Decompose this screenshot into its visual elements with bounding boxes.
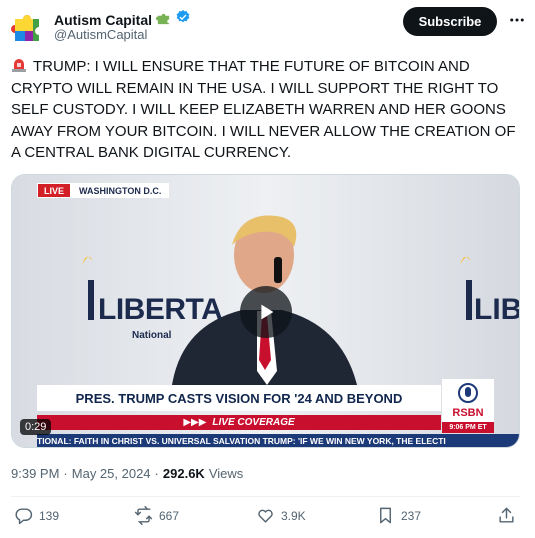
reply-icon <box>15 508 33 525</box>
reply-button[interactable]: 139 <box>14 506 59 525</box>
live-coverage-bar: ▶▶▶ LIVE COVERAGE <box>37 415 441 430</box>
video-player[interactable]: LIBERTA National LIB LIVE WASHINGTON D.C… <box>11 174 520 448</box>
like-count: 3.9K <box>281 508 306 523</box>
live-location: WASHINGTON D.C. <box>71 183 170 198</box>
author-handle[interactable]: @AutismCapital <box>54 27 147 42</box>
more-options-icon[interactable] <box>505 8 529 32</box>
meta-separator-2: · <box>154 466 159 481</box>
views-label: Views <box>208 466 244 481</box>
bookmark-icon <box>380 507 391 524</box>
tweet-meta: 9:39 PM · May 25, 2024 · 292.6K Views <box>11 466 243 481</box>
action-bar: 139 667 3.9K 237 <box>14 506 519 530</box>
play-button[interactable] <box>240 286 292 338</box>
meta-separator: · <box>63 466 68 481</box>
avatar[interactable] <box>11 9 47 45</box>
subscribe-button[interactable]: Subscribe <box>403 7 497 36</box>
play-icon <box>261 304 274 320</box>
play-arrows-icon: ▶▶▶ <box>183 417 207 428</box>
author-name[interactable]: Autism Capital <box>54 12 152 28</box>
divider <box>11 496 520 497</box>
reply-count: 139 <box>39 508 60 523</box>
verified-badge-icon <box>175 9 191 30</box>
repost-icon <box>134 506 153 525</box>
bookmark-count: 237 <box>401 508 422 523</box>
tweet-header: Autism Capital @AutismCapital Subscribe <box>11 6 524 46</box>
like-button[interactable]: 3.9K <box>256 506 306 525</box>
live-coverage-label: LIVE COVERAGE <box>212 417 295 428</box>
tweet-date[interactable]: May 25, 2024 <box>72 466 151 481</box>
headline-banner: PRES. TRUMP CASTS VISION FOR '24 AND BEY… <box>37 385 441 411</box>
live-tag: LIVE WASHINGTON D.C. <box>37 183 170 198</box>
repost-count: 667 <box>159 508 180 523</box>
siren-icon <box>11 57 27 72</box>
tweet-text: TRUMP: I WILL ENSURE THAT THE FUTURE OF … <box>11 56 523 164</box>
share-icon <box>499 507 514 523</box>
repost-button[interactable]: 667 <box>134 506 179 525</box>
news-ticker: TIONAL: FAITH IN CHRIST VS. UNIVERSAL SA… <box>37 434 519 447</box>
backdrop-text-right: LIB <box>474 293 520 326</box>
puzzle-badge-icon <box>156 11 171 29</box>
heart-icon <box>258 509 273 523</box>
rsbn-time: 9:06 PM ET <box>442 422 494 433</box>
rsbn-label: RSBN <box>452 407 484 419</box>
views-count: 292.6K <box>162 466 205 481</box>
backdrop-text-left: LIBERTA <box>98 293 223 326</box>
live-label: LIVE <box>37 183 72 198</box>
backdrop-subtext: National <box>132 330 172 341</box>
tweet-time[interactable]: 9:39 PM <box>11 466 59 481</box>
share-button[interactable] <box>497 506 516 525</box>
bookmark-button[interactable]: 237 <box>376 506 421 525</box>
video-duration: 0:29 <box>20 419 52 435</box>
tweet-body: TRUMP: I WILL ENSURE THAT THE FUTURE OF … <box>11 58 516 161</box>
